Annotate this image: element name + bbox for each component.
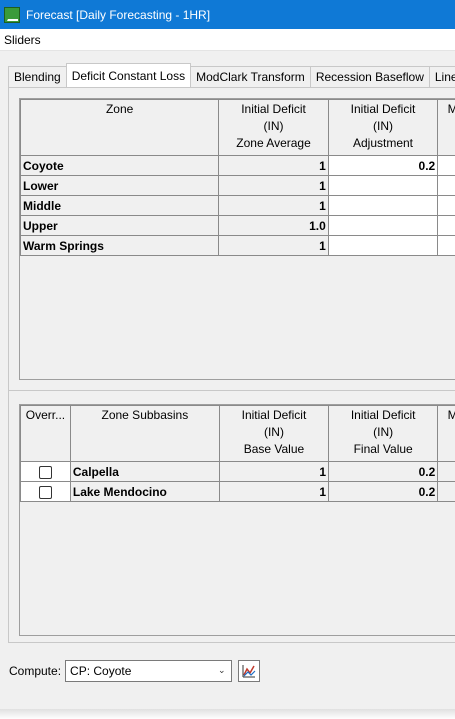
col-header-next[interactable]: M bbox=[437, 405, 455, 462]
compute-select[interactable]: CP: Coyote ⌄ bbox=[65, 660, 233, 682]
table-row: Lower 1 bbox=[20, 175, 455, 196]
zone-name: Upper bbox=[20, 215, 220, 236]
zone-table-container: Zone Initial Deficit (IN) Zone Average Ini… bbox=[19, 98, 455, 380]
override-checkbox[interactable] bbox=[38, 485, 52, 499]
compute-select-value: CP: Coyote bbox=[70, 664, 132, 678]
adjustment-cell[interactable] bbox=[327, 215, 439, 236]
adjustment-cell[interactable]: 0.2 bbox=[327, 155, 439, 176]
col-header-zone-subbasins[interactable]: Zone Subbasins bbox=[69, 405, 220, 462]
zone-average-cell: 1 bbox=[218, 195, 329, 216]
table-row: Warm Springs 1 bbox=[20, 235, 455, 256]
tab-linear[interactable]: Linea bbox=[428, 66, 455, 87]
next-cell bbox=[437, 481, 455, 502]
zone-average-cell: 1.0 bbox=[218, 215, 329, 236]
col-header-adjustment[interactable]: Initial Deficit (IN) Adjustment bbox=[327, 99, 439, 156]
next-cell bbox=[437, 461, 455, 482]
override-cell bbox=[20, 481, 71, 502]
split-divider[interactable] bbox=[9, 390, 455, 392]
tab-recession-baseflow[interactable]: Recession Baseflow bbox=[309, 66, 430, 87]
next-cell[interactable] bbox=[437, 235, 455, 256]
final-value-cell: 0.2 bbox=[328, 481, 439, 502]
zone-name: Lower bbox=[20, 175, 220, 196]
subbasin-name: Lake Mendocino bbox=[69, 481, 220, 502]
title-bar: Forecast [Daily Forecasting - 1HR] bbox=[0, 0, 455, 29]
window-title: Forecast [Daily Forecasting - 1HR] bbox=[26, 7, 211, 22]
main-area: Blending Deficit Constant Loss ModClark … bbox=[0, 51, 455, 651]
tab-blending[interactable]: Blending bbox=[8, 66, 67, 87]
tab-modclark-transform[interactable]: ModClark Transform bbox=[190, 66, 311, 87]
adjustment-cell[interactable] bbox=[327, 235, 439, 256]
subbasin-table: Overr... Zone Subbasins Initial Deficit(… bbox=[20, 405, 455, 502]
subbasin-table-container: Overr... Zone Subbasins Initial Deficit(… bbox=[19, 404, 455, 636]
col-header-zone-average[interactable]: Initial Deficit (IN) Zone Average bbox=[218, 99, 329, 156]
table-row: Coyote 1 0.2 bbox=[20, 155, 455, 176]
override-checkbox[interactable] bbox=[38, 465, 52, 479]
chevron-down-icon: ⌄ bbox=[218, 665, 226, 675]
table-row: Middle 1 bbox=[20, 195, 455, 216]
zone-average-cell: 1 bbox=[218, 175, 329, 196]
chart-run-icon bbox=[242, 665, 256, 678]
table-row: Calpella 1 0.2 bbox=[20, 461, 455, 482]
menu-bar: Sliders bbox=[0, 29, 455, 51]
final-value-cell: 0.2 bbox=[328, 461, 439, 482]
adjustment-cell[interactable] bbox=[327, 195, 439, 216]
col-header-next[interactable]: M bbox=[437, 99, 455, 156]
override-cell bbox=[20, 461, 71, 482]
next-cell[interactable] bbox=[437, 195, 455, 216]
table-row: Upper 1.0 bbox=[20, 215, 455, 236]
zone-table-header: Zone Initial Deficit (IN) Zone Average Ini… bbox=[20, 99, 455, 156]
col-header-override[interactable]: Overr... bbox=[20, 405, 71, 462]
zone-name: Middle bbox=[20, 195, 220, 216]
zone-average-cell: 1 bbox=[218, 155, 329, 176]
next-cell[interactable] bbox=[437, 175, 455, 196]
zone-table: Zone Initial Deficit (IN) Zone Average Ini… bbox=[20, 99, 455, 256]
compute-bar: Compute: CP: Coyote ⌄ bbox=[0, 651, 455, 691]
compute-label: Compute: bbox=[9, 664, 62, 678]
window-footer bbox=[0, 691, 455, 719]
app-icon bbox=[4, 6, 20, 23]
col-header-base-value[interactable]: Initial Deficit (IN) Base Value bbox=[218, 405, 330, 462]
zone-name: Warm Springs bbox=[20, 235, 220, 256]
zone-name: Coyote bbox=[20, 155, 220, 176]
col-header-final-value[interactable]: Initial Deficit (IN) Final Value bbox=[328, 405, 439, 462]
col-header-zone[interactable]: Zone bbox=[20, 99, 220, 156]
zone-average-cell: 1 bbox=[218, 235, 329, 256]
base-value-cell: 1 bbox=[218, 461, 330, 482]
next-cell[interactable] bbox=[437, 155, 455, 176]
table-row: Lake Mendocino 1 0.2 bbox=[20, 481, 455, 502]
subbasin-table-header: Overr... Zone Subbasins Initial Deficit(… bbox=[20, 405, 455, 462]
tab-strip: Blending Deficit Constant Loss ModClark … bbox=[8, 63, 455, 87]
next-cell[interactable] bbox=[437, 215, 455, 236]
subbasin-name: Calpella bbox=[69, 461, 220, 482]
compute-run-button[interactable] bbox=[238, 660, 261, 682]
tab-panel: Zone Initial Deficit (IN) Zone Average Ini… bbox=[8, 87, 455, 643]
footer-shadow bbox=[0, 709, 455, 719]
adjustment-cell[interactable] bbox=[327, 175, 439, 196]
tab-deficit-constant-loss[interactable]: Deficit Constant Loss bbox=[65, 63, 192, 87]
menu-sliders[interactable]: Sliders bbox=[0, 33, 45, 47]
base-value-cell: 1 bbox=[218, 481, 330, 502]
